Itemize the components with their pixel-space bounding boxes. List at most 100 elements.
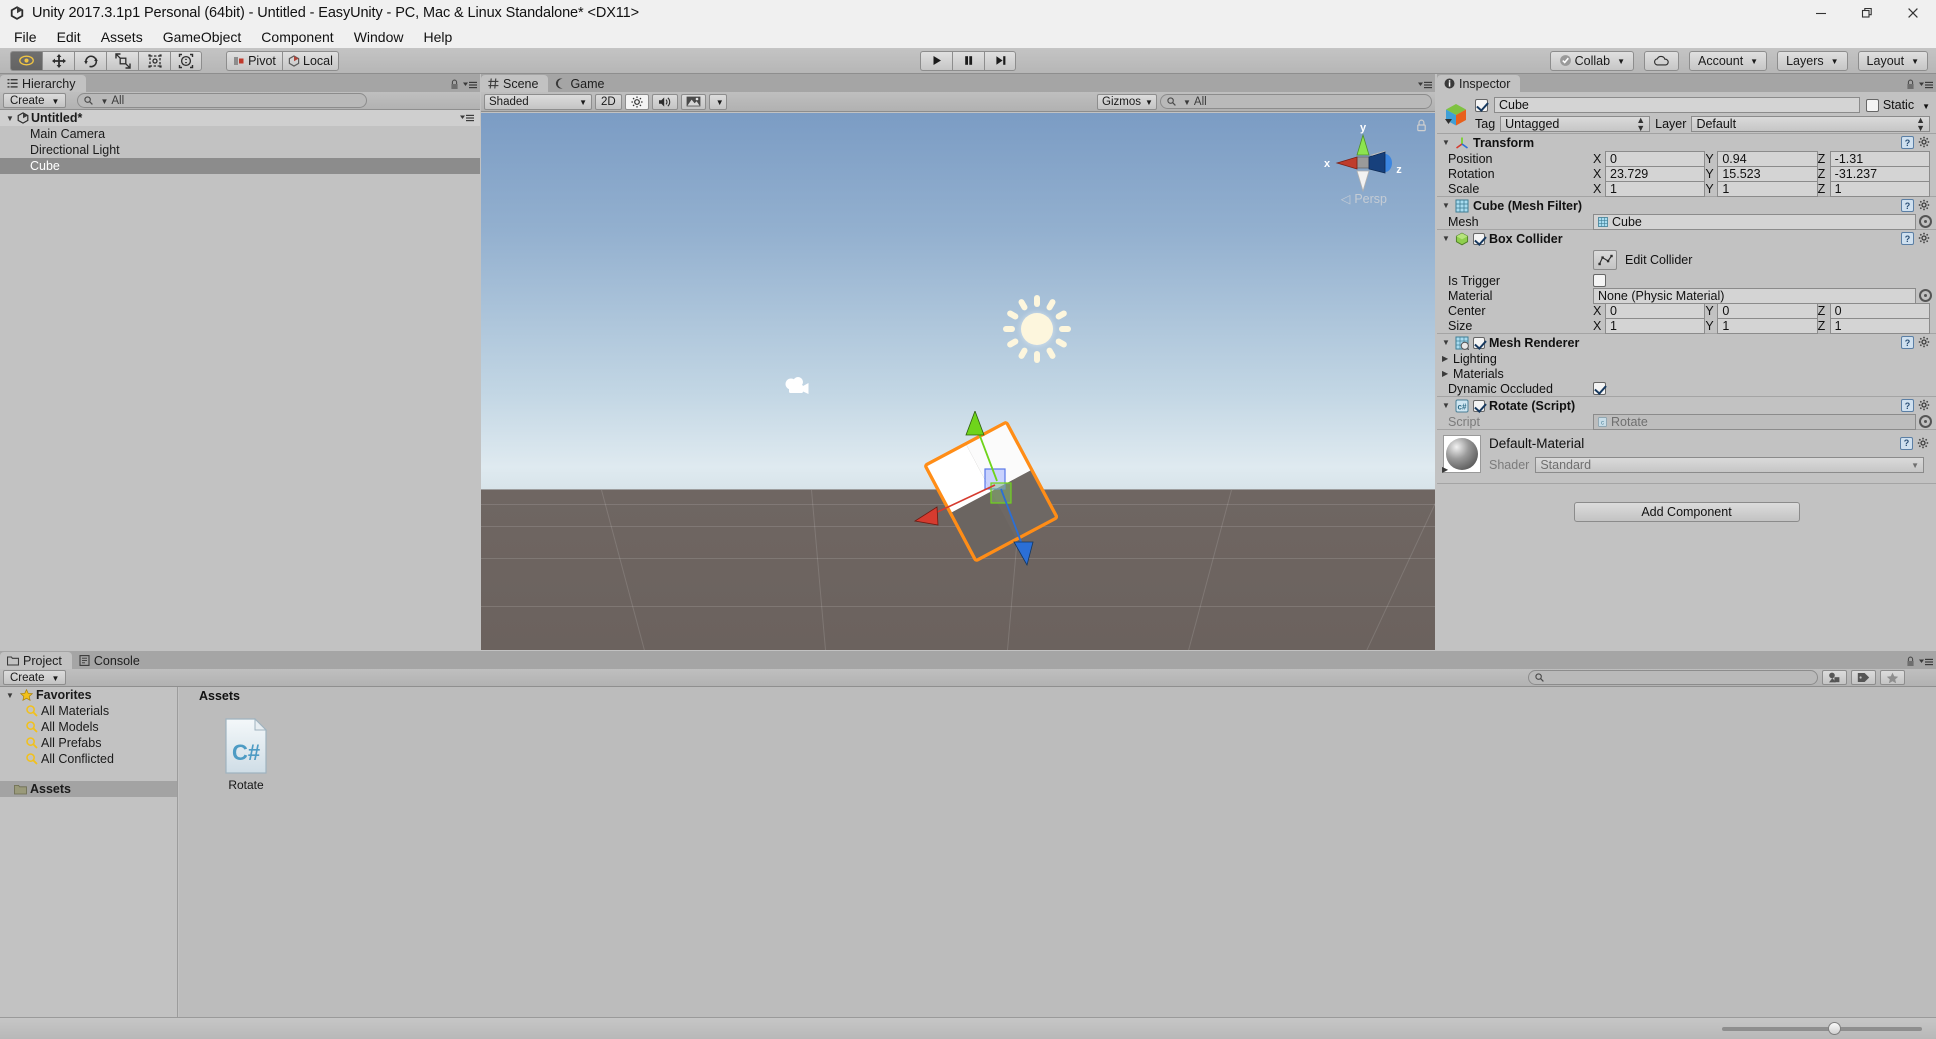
scale-tool[interactable]	[106, 51, 138, 71]
tab-inspector[interactable]: Inspector	[1437, 75, 1520, 92]
position-z-input[interactable]: -1.31	[1830, 151, 1930, 167]
scene-lock-icon[interactable]	[1416, 119, 1427, 132]
position-y-input[interactable]: 0.94	[1717, 151, 1817, 167]
center-z-input[interactable]: 0	[1830, 303, 1930, 319]
gear-icon[interactable]	[1918, 336, 1931, 349]
project-search-input[interactable]	[1528, 670, 1818, 685]
menu-edit[interactable]: Edit	[47, 26, 91, 48]
gear-icon[interactable]	[1918, 232, 1931, 245]
help-icon[interactable]: ?	[1901, 136, 1914, 149]
chevron-down-icon[interactable]: ▼	[6, 114, 17, 123]
tab-scene[interactable]: Scene	[481, 75, 548, 92]
tab-game[interactable]: Game	[548, 75, 614, 92]
effects-toggle[interactable]	[681, 94, 706, 110]
layer-dropdown[interactable]: Default ▲▼	[1691, 116, 1930, 132]
project-favorite-all-materials[interactable]: All Materials	[0, 703, 177, 719]
2d-toggle[interactable]: 2D	[595, 94, 622, 110]
edit-collider-button[interactable]	[1593, 250, 1617, 270]
pivot-toggle[interactable]: Pivot	[226, 51, 282, 71]
zoom-slider-knob[interactable]	[1828, 1022, 1841, 1035]
close-icon[interactable]	[1890, 0, 1936, 26]
scale-z-input[interactable]: 1	[1830, 181, 1930, 197]
layers-dropdown[interactable]: Layers ▼	[1777, 51, 1847, 71]
project-tab-menu[interactable]	[1906, 656, 1933, 667]
help-icon[interactable]: ?	[1900, 437, 1913, 450]
material-foldout-row[interactable]: ▶	[1437, 473, 1936, 483]
menu-gameobject[interactable]: GameObject	[153, 26, 252, 48]
static-toggle-group[interactable]: Static ▼	[1866, 98, 1930, 112]
chevron-down-icon[interactable]: ▼	[1442, 338, 1451, 347]
physic-material-picker-icon[interactable]	[1919, 289, 1932, 302]
gameobject-active-checkbox[interactable]	[1475, 99, 1488, 112]
restore-icon[interactable]	[1844, 0, 1890, 26]
rect-tool[interactable]	[138, 51, 170, 71]
project-favorite-all-conflicted[interactable]: All Conflicted	[0, 751, 177, 767]
chevron-right-icon[interactable]: ▶	[1442, 465, 1448, 474]
favorites-star-icon[interactable]	[1880, 670, 1905, 685]
mesh-object-picker-icon[interactable]	[1919, 215, 1932, 228]
is-trigger-checkbox[interactable]	[1593, 274, 1606, 287]
shading-mode-dropdown[interactable]: Shaded ▼	[484, 94, 592, 110]
pause-button[interactable]	[952, 51, 984, 71]
size-x-input[interactable]: 1	[1605, 318, 1705, 334]
lighting-foldout-row[interactable]: ▶ Lighting	[1437, 351, 1936, 366]
help-icon[interactable]: ?	[1901, 232, 1914, 245]
menu-help[interactable]: Help	[413, 26, 462, 48]
tab-hierarchy[interactable]: Hierarchy	[0, 75, 86, 92]
help-icon[interactable]: ?	[1901, 399, 1914, 412]
center-y-input[interactable]: 0	[1717, 303, 1817, 319]
scale-y-input[interactable]: 1	[1717, 181, 1817, 197]
hierarchy-item-cube[interactable]: Cube	[0, 158, 480, 174]
rotation-z-input[interactable]: -31.237	[1830, 166, 1930, 182]
position-x-input[interactable]: 0	[1605, 151, 1705, 167]
hierarchy-create-button[interactable]: Create ▼	[3, 93, 66, 108]
size-y-input[interactable]: 1	[1717, 318, 1817, 334]
script-object-field[interactable]: c Rotate	[1593, 414, 1916, 430]
help-icon[interactable]: ?	[1901, 336, 1914, 349]
mesh-object-field[interactable]: Cube	[1593, 214, 1916, 230]
gameobject-name-input[interactable]: Cube	[1494, 97, 1860, 113]
collab-button[interactable]: Collab ▼	[1550, 51, 1634, 71]
gear-icon[interactable]	[1918, 399, 1931, 412]
scene-tab-menu[interactable]	[1418, 80, 1432, 90]
chevron-down-icon[interactable]: ▼	[1442, 234, 1451, 243]
filter-by-type-icon[interactable]	[1822, 670, 1847, 685]
rotate-tool[interactable]	[74, 51, 106, 71]
project-tree-assets-row[interactable]: Assets	[0, 781, 177, 797]
move-tool[interactable]	[42, 51, 74, 71]
filter-by-label-icon[interactable]	[1851, 670, 1876, 685]
scene-axis-gizmo[interactable]: y x z	[1319, 119, 1407, 205]
project-favorite-all-models[interactable]: All Models	[0, 719, 177, 735]
chevron-down-icon[interactable]: ▼	[1442, 201, 1451, 210]
scene-viewport[interactable]: ◁ Persp y x z	[481, 113, 1435, 650]
hierarchy-item-main-camera[interactable]: Main Camera	[0, 126, 480, 142]
gear-icon[interactable]	[1917, 437, 1930, 450]
hierarchy-scene-root[interactable]: ▼ Untitled*	[0, 110, 480, 126]
add-component-button[interactable]: Add Component	[1574, 502, 1800, 522]
project-tree[interactable]: ▼ Favorites All Materials All Models All…	[0, 687, 178, 1017]
box-collider-header[interactable]: ▼ Box Collider ?	[1437, 230, 1936, 247]
layout-dropdown[interactable]: Layout ▼	[1858, 51, 1928, 71]
project-favorite-all-prefabs[interactable]: All Prefabs	[0, 735, 177, 751]
step-button[interactable]	[984, 51, 1016, 71]
menu-file[interactable]: File	[4, 26, 47, 48]
gizmos-dropdown[interactable]: Gizmos ▼	[1097, 94, 1157, 110]
scene-row-menu[interactable]	[460, 113, 474, 123]
audio-toggle[interactable]	[652, 94, 678, 110]
main-camera-gizmo-icon[interactable]	[783, 375, 813, 397]
help-icon[interactable]: ?	[1901, 199, 1914, 212]
hierarchy-item-directional-light[interactable]: Directional Light	[0, 142, 480, 158]
rotation-x-input[interactable]: 23.729	[1605, 166, 1705, 182]
account-dropdown[interactable]: Account ▼	[1689, 51, 1767, 71]
chevron-down-icon[interactable]: ▼	[1922, 102, 1930, 111]
project-favorites-row[interactable]: ▼ Favorites	[0, 687, 177, 703]
hierarchy-tab-menu[interactable]	[450, 79, 477, 90]
mesh-filter-header[interactable]: ▼ Cube (Mesh Filter) ?	[1437, 197, 1936, 214]
static-checkbox[interactable]	[1866, 99, 1879, 112]
hierarchy-search-input[interactable]: ▼ All	[77, 93, 367, 108]
physic-material-field[interactable]: None (Physic Material)	[1593, 288, 1916, 304]
tab-project[interactable]: Project	[0, 652, 72, 669]
rotate-script-header[interactable]: ▼ c# Rotate (Script) ?	[1437, 397, 1936, 414]
materials-foldout-row[interactable]: ▶ Materials	[1437, 366, 1936, 381]
chevron-down-icon[interactable]: ▼	[1442, 401, 1451, 410]
